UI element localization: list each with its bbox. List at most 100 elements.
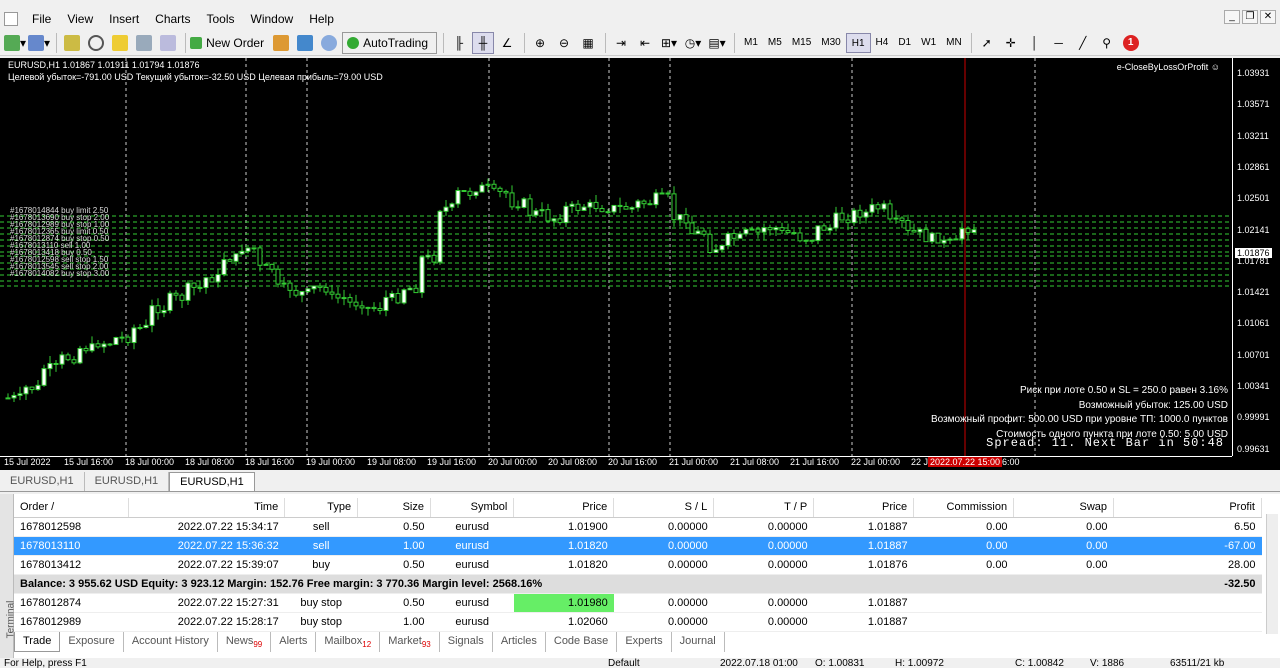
- zoom-in-icon[interactable]: ⊕: [529, 32, 551, 54]
- table-cell: -67.00: [1113, 536, 1262, 556]
- candle-body: [389, 293, 395, 298]
- terminal-tab[interactable]: Articles: [493, 632, 546, 652]
- candle-body: [47, 363, 53, 370]
- candle-body: [671, 193, 677, 221]
- column-header[interactable]: Time: [128, 498, 286, 518]
- close-icon[interactable]: ✕: [1260, 10, 1276, 24]
- zoom-out-icon[interactable]: ⊖: [553, 32, 575, 54]
- candle-body: [761, 227, 767, 233]
- trendline-icon[interactable]: ╱: [1072, 32, 1094, 54]
- position-row[interactable]: 1678013110 2022.07.22 15:36:32 sell 1.00 eur…: [14, 536, 1262, 556]
- tf-m30[interactable]: M30: [816, 33, 845, 53]
- profiles-button[interactable]: ▾: [28, 32, 50, 54]
- terminal-tab[interactable]: Mailbox12: [316, 632, 381, 652]
- column-header[interactable]: Swap: [1013, 498, 1115, 518]
- restore-icon[interactable]: ❐: [1242, 10, 1258, 24]
- menu-help[interactable]: Help: [301, 12, 342, 26]
- scrollbar[interactable]: [1266, 514, 1278, 634]
- menu-window[interactable]: Window: [243, 12, 302, 26]
- menu-tools[interactable]: Tools: [199, 12, 243, 26]
- terminal-icon[interactable]: [133, 32, 155, 54]
- tf-mn[interactable]: MN: [941, 33, 967, 53]
- column-header[interactable]: Price: [813, 498, 915, 518]
- column-header[interactable]: T / P: [713, 498, 815, 518]
- data-window-icon[interactable]: [85, 32, 107, 54]
- position-row[interactable]: 1678012598 2022.07.22 15:34:17 sell 0.50 eur…: [14, 517, 1262, 537]
- terminal-tab[interactable]: Experts: [617, 632, 672, 652]
- candle-body: [257, 247, 263, 266]
- tile-windows-icon[interactable]: ▦: [577, 32, 599, 54]
- vertical-line-icon[interactable]: │: [1024, 32, 1046, 54]
- indicators-icon[interactable]: ⊞▾: [658, 32, 680, 54]
- candle-body: [737, 233, 743, 239]
- tester-icon[interactable]: [157, 32, 179, 54]
- navigator-icon[interactable]: [109, 32, 131, 54]
- column-header[interactable]: Profit: [1113, 498, 1262, 518]
- targets-info: Целевой убыток=-791.00 USD Текущий убыто…: [8, 72, 383, 82]
- chart-tab-active[interactable]: EURUSD,H1: [169, 472, 255, 491]
- terminal-tab[interactable]: Exposure: [60, 632, 124, 652]
- autoscroll-icon[interactable]: ⇥: [610, 32, 632, 54]
- price-axis[interactable]: 1.03931 1.03571 1.03211 1.02861 1.02501 1.021…: [1232, 58, 1280, 456]
- pending-order-row[interactable]: 1678012989 2022.07.22 15:28:17 buy stop 1.0…: [14, 612, 1262, 632]
- column-header[interactable]: Type: [284, 498, 359, 518]
- horizontal-line-icon[interactable]: ─: [1048, 32, 1070, 54]
- periods-icon[interactable]: ◷▾: [682, 32, 704, 54]
- candle-body: [647, 203, 653, 206]
- terminal-tab[interactable]: Code Base: [546, 632, 618, 652]
- candle-body: [65, 354, 71, 361]
- signals-icon[interactable]: [318, 32, 340, 54]
- candlestick-icon[interactable]: ╫: [472, 31, 495, 54]
- candle-body: [617, 204, 623, 207]
- column-header[interactable]: Price: [513, 498, 615, 518]
- column-header[interactable]: Order /: [14, 498, 130, 518]
- time-axis[interactable]: 15 Jul 2022 15 Jul 16:00 18 Jul 00:00 18 Ju…: [0, 456, 1232, 470]
- pending-order-row[interactable]: 1678012874 2022.07.22 15:27:31 buy stop 0.5…: [14, 593, 1262, 613]
- table-cell: 0.00000: [613, 517, 714, 537]
- chart-shift-icon[interactable]: ⇤: [634, 32, 656, 54]
- chart-tab[interactable]: EURUSD,H1: [85, 472, 170, 491]
- market-watch-icon[interactable]: [61, 32, 83, 54]
- tf-d1[interactable]: D1: [893, 33, 916, 53]
- minimize-icon[interactable]: _: [1224, 10, 1240, 24]
- menu-view[interactable]: View: [59, 12, 101, 26]
- price-chart[interactable]: EURUSD,H1 1.01867 1.01911 1.01794 1.0187…: [0, 58, 1280, 470]
- templates-icon[interactable]: ▤▾: [706, 32, 728, 54]
- vps-icon[interactable]: [294, 32, 316, 54]
- crosshair-icon[interactable]: ✛: [1000, 32, 1022, 54]
- bar-chart-icon[interactable]: ╟: [448, 32, 470, 54]
- candle-body: [485, 183, 491, 186]
- tf-m15[interactable]: M15: [787, 33, 816, 53]
- tf-m1[interactable]: M1: [739, 33, 763, 53]
- tf-m5[interactable]: M5: [763, 33, 787, 53]
- tf-h4[interactable]: H4: [871, 33, 894, 53]
- position-row[interactable]: 1678013412 2022.07.22 15:39:07 buy 0.50 euru…: [14, 555, 1262, 575]
- menu-charts[interactable]: Charts: [147, 12, 198, 26]
- terminal-tab[interactable]: Account History: [124, 632, 218, 652]
- search-icon[interactable]: ⚲: [1096, 32, 1118, 54]
- tf-w1[interactable]: W1: [916, 33, 941, 53]
- column-header[interactable]: S / L: [613, 498, 715, 518]
- candle-body: [683, 214, 689, 224]
- candle-body: [539, 209, 545, 212]
- column-header[interactable]: Commission: [913, 498, 1015, 518]
- menu-file[interactable]: File: [24, 12, 59, 26]
- column-header[interactable]: Symbol: [430, 498, 515, 518]
- cursor-icon[interactable]: ➚: [976, 32, 998, 54]
- terminal-tab[interactable]: Alerts: [271, 632, 317, 652]
- menu-insert[interactable]: Insert: [101, 12, 147, 26]
- terminal-tab[interactable]: Market93: [380, 632, 440, 652]
- line-chart-icon[interactable]: ∠: [496, 32, 518, 54]
- autotrading-button[interactable]: AutoTrading: [342, 31, 438, 54]
- terminal-tab[interactable]: News99: [218, 632, 272, 652]
- chart-tab[interactable]: EURUSD,H1: [0, 472, 85, 491]
- terminal-tab[interactable]: Signals: [440, 632, 493, 652]
- metaeditor-icon[interactable]: [270, 32, 292, 54]
- column-header[interactable]: Size: [357, 498, 431, 518]
- terminal-tab[interactable]: Trade: [14, 632, 61, 652]
- alerts-icon[interactable]: 1: [1120, 32, 1142, 54]
- tf-h1[interactable]: H1: [845, 32, 871, 53]
- terminal-tab[interactable]: Journal: [672, 632, 725, 652]
- new-order-button[interactable]: New Order: [190, 32, 268, 54]
- new-chart-button[interactable]: ▾: [4, 32, 26, 54]
